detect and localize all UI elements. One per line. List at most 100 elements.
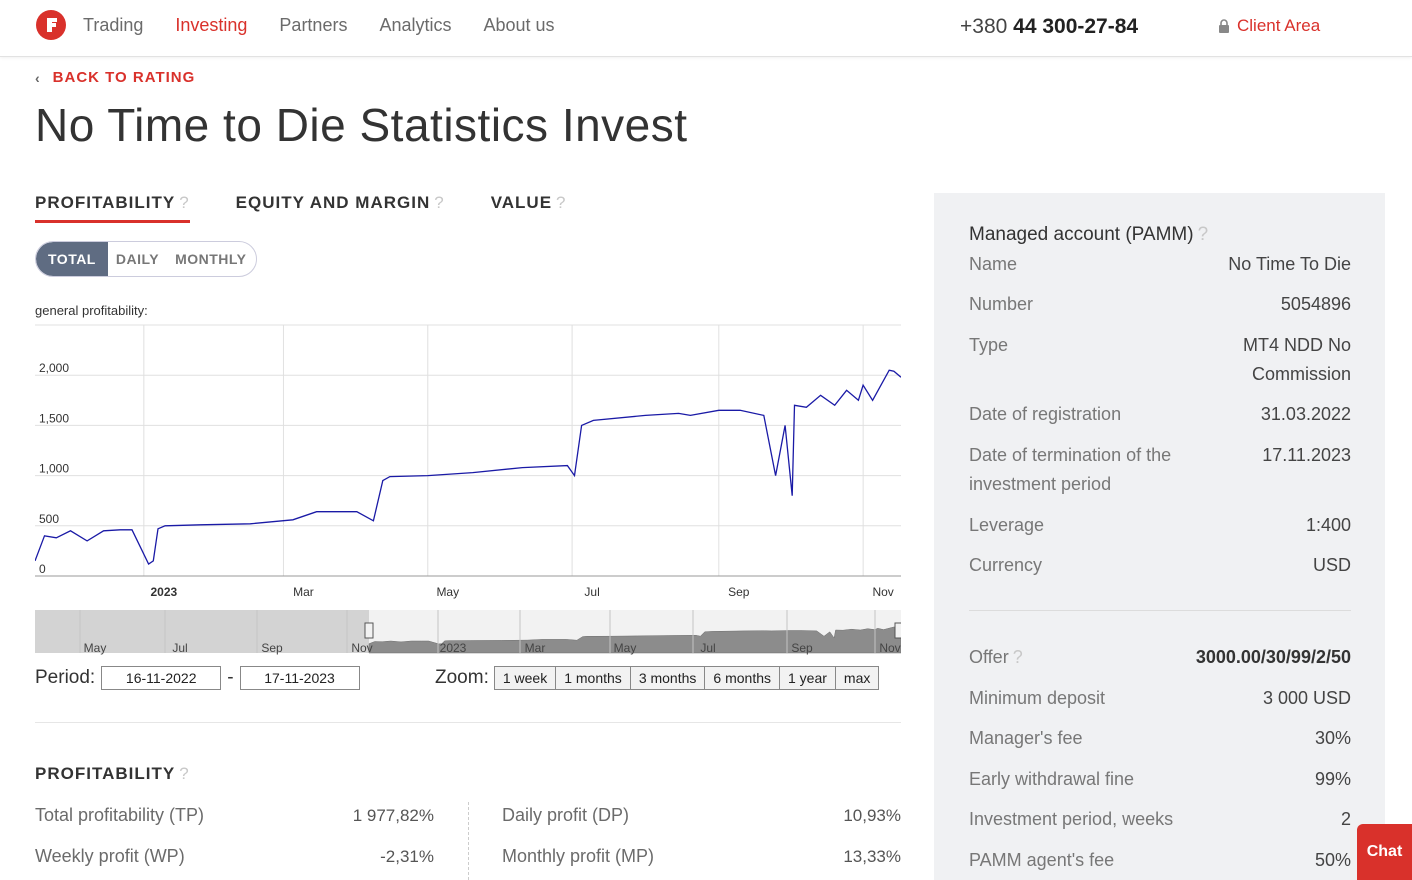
row-value: 1:400 [1305, 515, 1351, 535]
y-tick-label: 500 [39, 512, 59, 526]
navigator-tick-label: Jul [700, 641, 715, 655]
segment-monthly[interactable]: MONTHLY [167, 242, 254, 276]
y-tick-label: 2,000 [39, 361, 69, 375]
period-from-input[interactable] [101, 666, 222, 690]
y-tick-label: 0 [39, 562, 46, 576]
tab-profitability[interactable]: PROFITABILITY? [35, 193, 190, 223]
zoom-6-months-button[interactable]: 6 months [704, 666, 780, 690]
row-value: No Time To Die [1228, 254, 1351, 274]
stats-column-separator [468, 802, 469, 880]
y-tick-label: 1,500 [39, 411, 69, 425]
brand-logo-icon[interactable] [35, 9, 67, 41]
zoom-1-year-button[interactable]: 1 year [779, 666, 836, 690]
stat-value-monthly-profit: 13,33% [843, 847, 901, 866]
stat-label-total-profitability: Total profitability (TP) [35, 805, 205, 825]
profitability-chart[interactable]: 0 500 1,000 1,500 2,000 2023 Mar May Jul Sep Nov Ma… [35, 320, 901, 660]
row-label: Investment period, weeks [969, 809, 1174, 829]
segment-daily[interactable]: DAILY [108, 242, 167, 276]
row-value: 31.03.2022 [1260, 404, 1351, 424]
help-icon[interactable]: ? [179, 764, 189, 783]
row-value: 50% [1314, 850, 1351, 870]
zoom-selector: Zoom: 1 week 1 months 3 months 6 months … [435, 666, 880, 690]
row-value: 3 000 USD [1262, 688, 1351, 708]
client-area-label: Client Area [1237, 16, 1321, 35]
x-tick-label: Mar [293, 585, 314, 599]
tab-label: PROFITABILITY [35, 193, 176, 212]
row-label: Date of termination of the investment pe… [969, 445, 1172, 494]
stat-label-monthly-profit: Monthly profit (MP) [502, 846, 655, 866]
row-label: Manager's fee [969, 728, 1083, 748]
help-icon[interactable]: ? [556, 193, 566, 212]
help-icon[interactable]: ? [1198, 224, 1209, 245]
stat-value-daily-profit: 10,93% [843, 806, 901, 825]
zoom-label: Zoom: [435, 667, 489, 688]
navigator-tick-label: Nov [351, 641, 372, 655]
back-label: BACK TO RATING [52, 69, 196, 86]
navigator-tick-label: Jul [172, 641, 187, 655]
phone-prefix: +380 [960, 15, 1014, 38]
navigator-tick-label: May [614, 641, 637, 655]
back-to-rating-link[interactable]: ‹ BACK TO RATING [35, 69, 195, 86]
x-tick-label: 2023 [150, 585, 177, 599]
nav-investing[interactable]: Investing [175, 14, 247, 36]
profitability-series-line [35, 369, 901, 565]
navigator-tick-label: Nov [879, 641, 900, 655]
period-label: Period: [35, 667, 96, 688]
row-value: 2 [1340, 809, 1351, 829]
nav-trading[interactable]: Trading [83, 14, 143, 36]
zoom-1-month-button[interactable]: 1 months [555, 666, 631, 690]
help-icon[interactable]: ? [434, 193, 444, 212]
tab-label: VALUE [490, 193, 553, 212]
period-to-input[interactable] [239, 666, 360, 690]
nav-about-us[interactable]: About us [483, 14, 554, 36]
phone-main: 44 300-27-84 [1013, 15, 1139, 38]
zoom-3-months-button[interactable]: 3 months [629, 666, 706, 690]
account-panel-title: Managed account (PAMM)? [969, 224, 1208, 246]
help-icon[interactable]: ? [1013, 647, 1023, 667]
navigator-tick-label: Sep [261, 641, 283, 655]
period-selector: Period: - [35, 666, 360, 690]
main-nav: Trading Investing Partners Analytics Abo… [83, 14, 587, 36]
account-title-label: Managed account (PAMM) [969, 224, 1194, 245]
page-title: No Time to Die Statistics Invest [35, 99, 688, 151]
lock-icon [1219, 19, 1229, 33]
chat-button[interactable]: Chat [1357, 824, 1412, 880]
nav-analytics[interactable]: Analytics [379, 14, 451, 36]
zoom-max-button[interactable]: max [834, 666, 880, 690]
nav-partners[interactable]: Partners [279, 14, 347, 36]
x-tick-label: Sep [728, 585, 750, 599]
help-icon[interactable]: ? [179, 193, 189, 212]
row-label: PAMM agent's fee [969, 850, 1115, 870]
navigator-tick-label: May [84, 641, 107, 655]
account-info-panel: Managed account (PAMM)? Name No Time To … [934, 193, 1385, 880]
row-label: Offer? [969, 643, 1023, 672]
phone-number[interactable]: +380 44 300-27-84 [960, 15, 1138, 39]
profitability-section-title: PROFITABILITY? [35, 764, 190, 784]
x-tick-label: Jul [584, 585, 599, 599]
y-tick-label: 1,000 [39, 462, 69, 476]
row-value: 30% [1314, 728, 1351, 748]
row-label: Currency [969, 555, 1043, 575]
segment-total[interactable]: TOTAL [36, 242, 108, 276]
zoom-1-week-button[interactable]: 1 week [493, 666, 557, 690]
chevron-left-icon: ‹ [35, 69, 41, 86]
top-bar: Trading Investing Partners Analytics Abo… [0, 0, 1412, 57]
chart-caption: general profitability: [35, 303, 148, 318]
navigator-tick-label: Mar [525, 641, 546, 655]
section-title-label: PROFITABILITY [35, 764, 176, 783]
row-label: Minimum deposit [969, 688, 1106, 708]
tab-equity-and-margin[interactable]: EQUITY AND MARGIN? [236, 193, 445, 223]
navigator-tick-label: Sep [791, 641, 813, 655]
tab-label: EQUITY AND MARGIN [235, 193, 431, 212]
navigator-right-handle [894, 622, 901, 639]
row-value: 5054896 [1280, 294, 1351, 314]
section-divider [35, 722, 901, 723]
panel-divider [969, 610, 1351, 611]
stat-value-weekly-profit: -2,31% [380, 847, 434, 866]
row-value: USD [1312, 555, 1351, 575]
tab-value[interactable]: VALUE? [491, 193, 567, 223]
row-value: MT4 NDD No Commission [1242, 335, 1351, 384]
row-value: 99% [1314, 769, 1351, 789]
client-area-link[interactable]: Client Area [1218, 16, 1320, 36]
period-type-toggle: TOTAL DAILY MONTHLY [35, 241, 257, 277]
